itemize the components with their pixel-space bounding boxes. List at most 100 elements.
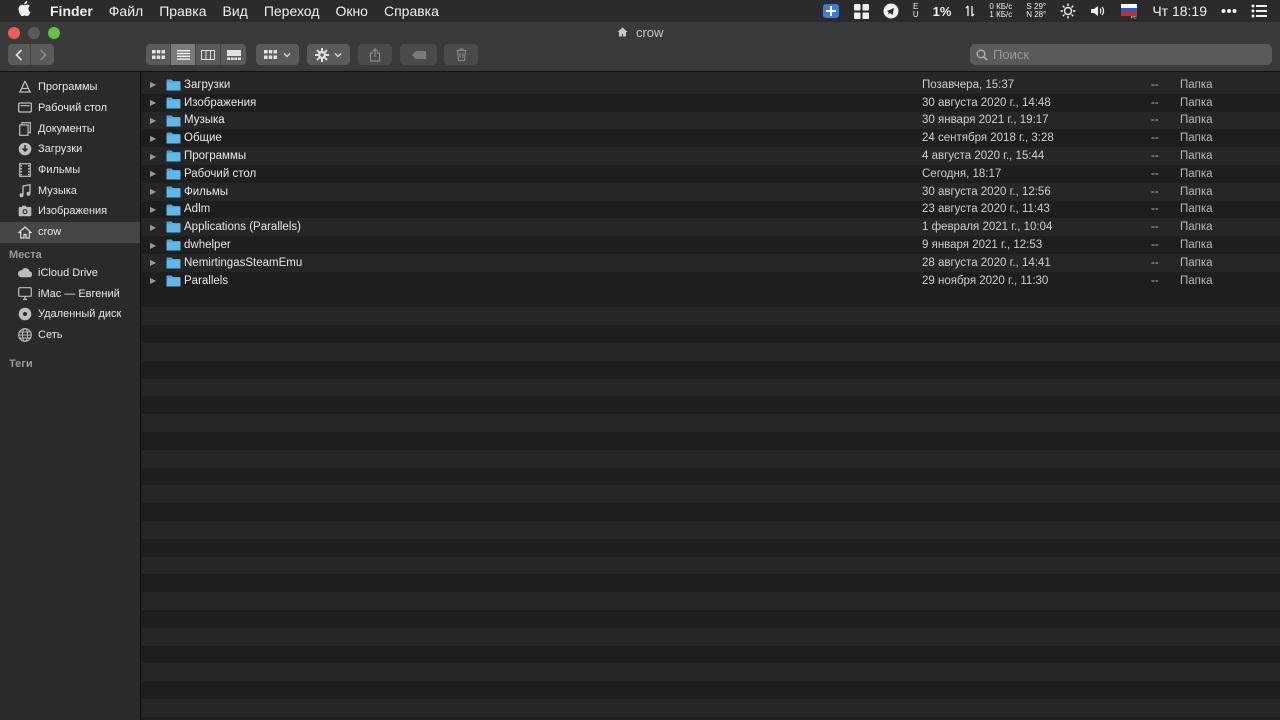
list-view-button[interactable]	[171, 44, 196, 65]
table-row[interactable]: ▶ Общие 24 сентября 2018 г., 3:28 -- Папка	[142, 129, 1280, 148]
input-source-label: PC	[1131, 15, 1137, 20]
empty-row	[142, 414, 1280, 432]
menu-window[interactable]: Окно	[327, 3, 376, 19]
group-by-button[interactable]	[256, 44, 299, 65]
search-input[interactable]	[993, 47, 1263, 62]
empty-row	[142, 449, 1280, 468]
vpn-status-icon[interactable]	[815, 3, 847, 19]
home-folder-icon	[617, 26, 631, 40]
sidebar-item-label: crow	[38, 226, 62, 239]
file-name: Загрузки	[184, 78, 231, 91]
menu-edit[interactable]: Правка	[151, 3, 214, 19]
menu-file[interactable]: Файл	[101, 3, 151, 19]
sidebar-item-label: Программы	[38, 81, 98, 94]
pictures-icon	[17, 204, 32, 219]
file-name: Программы	[184, 150, 247, 163]
sidebar-item-desktop[interactable]: Рабочий стол	[0, 98, 140, 119]
disclosure-triangle-icon[interactable]: ▶	[150, 241, 156, 250]
menu-go[interactable]: Переход	[256, 3, 328, 19]
sidebar-item-documents[interactable]: Документы	[0, 118, 140, 139]
table-row[interactable]: ▶ Applications (Parallels) 1 февраля 2021 …	[142, 218, 1280, 237]
table-row[interactable]: ▶ NemirtingasSteamEmu 28 августа 2020 г., …	[142, 253, 1280, 272]
disclosure-triangle-icon[interactable]: ▶	[150, 187, 156, 196]
sidebar-item-applications[interactable]: Программы	[0, 77, 140, 98]
empty-row	[142, 663, 1280, 682]
menu-bar: Finder Файл Правка Вид Переход Окно Спра…	[0, 0, 1280, 22]
clock[interactable]: Чт 18:19	[1145, 3, 1214, 19]
table-row[interactable]: ▶ Фильмы 30 августа 2020 г., 12:56 -- Папка	[142, 182, 1280, 201]
menu-view[interactable]: Вид	[215, 3, 256, 19]
action-button[interactable]	[307, 44, 350, 65]
gallery-view-button[interactable]	[221, 44, 246, 65]
folder-icon	[166, 239, 181, 251]
column-view-button[interactable]	[196, 44, 221, 65]
input-source-flag-icon[interactable]: PC	[1113, 3, 1145, 19]
disclosure-triangle-icon[interactable]: ▶	[150, 205, 156, 214]
folder-icon	[166, 186, 181, 198]
disclosure-triangle-icon[interactable]: ▶	[150, 223, 156, 232]
table-row[interactable]: ▶ Adlm 23 августа 2020 г., 11:43 -- Папка	[142, 200, 1280, 219]
sidebar-item-remote-disc[interactable]: Удаленный диск	[0, 304, 140, 325]
empty-row	[142, 485, 1280, 504]
sidebar-item-movies[interactable]: Фильмы	[0, 160, 140, 181]
table-row[interactable]: ▶ Программы 4 августа 2020 г., 15:44 -- Папк…	[142, 147, 1280, 165]
volume-icon[interactable]	[1083, 4, 1113, 18]
file-name: Рабочий стол	[184, 167, 257, 180]
empty-row	[142, 503, 1280, 521]
file-size: --	[1151, 167, 1159, 180]
disc-icon	[17, 307, 32, 322]
forward-button[interactable]	[31, 44, 54, 65]
sidebar-item-downloads[interactable]: Загрузки	[0, 139, 140, 160]
grid-app-icon[interactable]	[847, 3, 876, 19]
menu-help[interactable]: Справка	[376, 3, 447, 19]
file-name: NemirtingasSteamEmu	[184, 256, 303, 269]
network-speed[interactable]: 0 КБ/с 1 КБ/с	[982, 3, 1019, 19]
empty-row	[142, 556, 1280, 575]
sidebar-item-label: Музыка	[38, 184, 77, 197]
table-row[interactable]: ▶ Рабочий стол Сегодня, 18:17 -- Папка	[142, 164, 1280, 183]
telegram-icon[interactable]	[876, 3, 906, 19]
disclosure-triangle-icon[interactable]: ▶	[150, 80, 156, 89]
tags-button[interactable]	[400, 44, 437, 65]
table-row[interactable]: ▶ Parallels 29 ноября 2020 г., 11:30 -- Папк…	[142, 271, 1280, 290]
sidebar-item-label: Изображения	[38, 205, 108, 218]
sidebar-item-home[interactable]: crow	[0, 221, 140, 243]
sidebar-item-network[interactable]: Сеть	[0, 325, 140, 346]
empty-row	[142, 645, 1280, 664]
temperature-readout[interactable]: S 29° N 28°	[1019, 3, 1053, 19]
disclosure-triangle-icon[interactable]: ▶	[150, 98, 156, 107]
disclosure-triangle-icon[interactable]: ▶	[150, 152, 156, 161]
sidebar-item-music[interactable]: Музыка	[0, 180, 140, 201]
file-list: ▶ Загрузки Позавчера, 15:37 -- Папка ▶ Изображ…	[142, 72, 1280, 720]
cpu-percent[interactable]: 1%	[926, 4, 959, 19]
file-size: --	[1151, 78, 1159, 91]
back-button[interactable]	[8, 44, 31, 65]
disclosure-triangle-icon[interactable]: ▶	[150, 134, 156, 143]
sidebar-item-imac[interactable]: iMac — Евгений	[0, 283, 140, 304]
file-date-modified: 24 сентября 2018 г., 3:28	[922, 132, 1054, 145]
disclosure-triangle-icon[interactable]: ▶	[150, 276, 156, 285]
table-row[interactable]: ▶ Музыка 30 января 2021 г., 19:17 -- Папка	[142, 111, 1280, 130]
trash-button[interactable]	[444, 44, 478, 65]
disclosure-triangle-icon[interactable]: ▶	[150, 169, 156, 178]
search-field[interactable]	[970, 44, 1272, 65]
toolbar	[0, 44, 1280, 68]
disclosure-triangle-icon[interactable]: ▶	[150, 258, 156, 267]
window-titlebar: crow	[0, 22, 1280, 72]
notification-center-icon[interactable]	[1244, 4, 1274, 18]
share-button[interactable]	[358, 44, 392, 65]
apple-menu-icon[interactable]	[14, 1, 36, 21]
table-row[interactable]: ▶ Загрузки Позавчера, 15:37 -- Папка	[142, 76, 1280, 94]
icon-view-button[interactable]	[146, 44, 171, 65]
more-dots-icon[interactable]	[1214, 8, 1244, 14]
table-row[interactable]: ▶ Изображения 30 августа 2020 г., 14:48 -- П…	[142, 93, 1280, 112]
file-name: dwhelper	[184, 239, 231, 252]
sidebar-item-icloud[interactable]: iCloud Drive	[0, 263, 140, 284]
menu-finder[interactable]: Finder	[50, 3, 101, 19]
sidebar-item-pictures[interactable]: Изображения	[0, 201, 140, 222]
table-row[interactable]: ▶ dwhelper 9 января 2021 г., 12:53 -- Папка	[142, 236, 1280, 254]
disclosure-triangle-icon[interactable]: ▶	[150, 116, 156, 125]
brightness-icon[interactable]	[1053, 3, 1083, 19]
share-icon	[369, 47, 381, 62]
sidebar-item-label: iCloud Drive	[38, 266, 98, 279]
